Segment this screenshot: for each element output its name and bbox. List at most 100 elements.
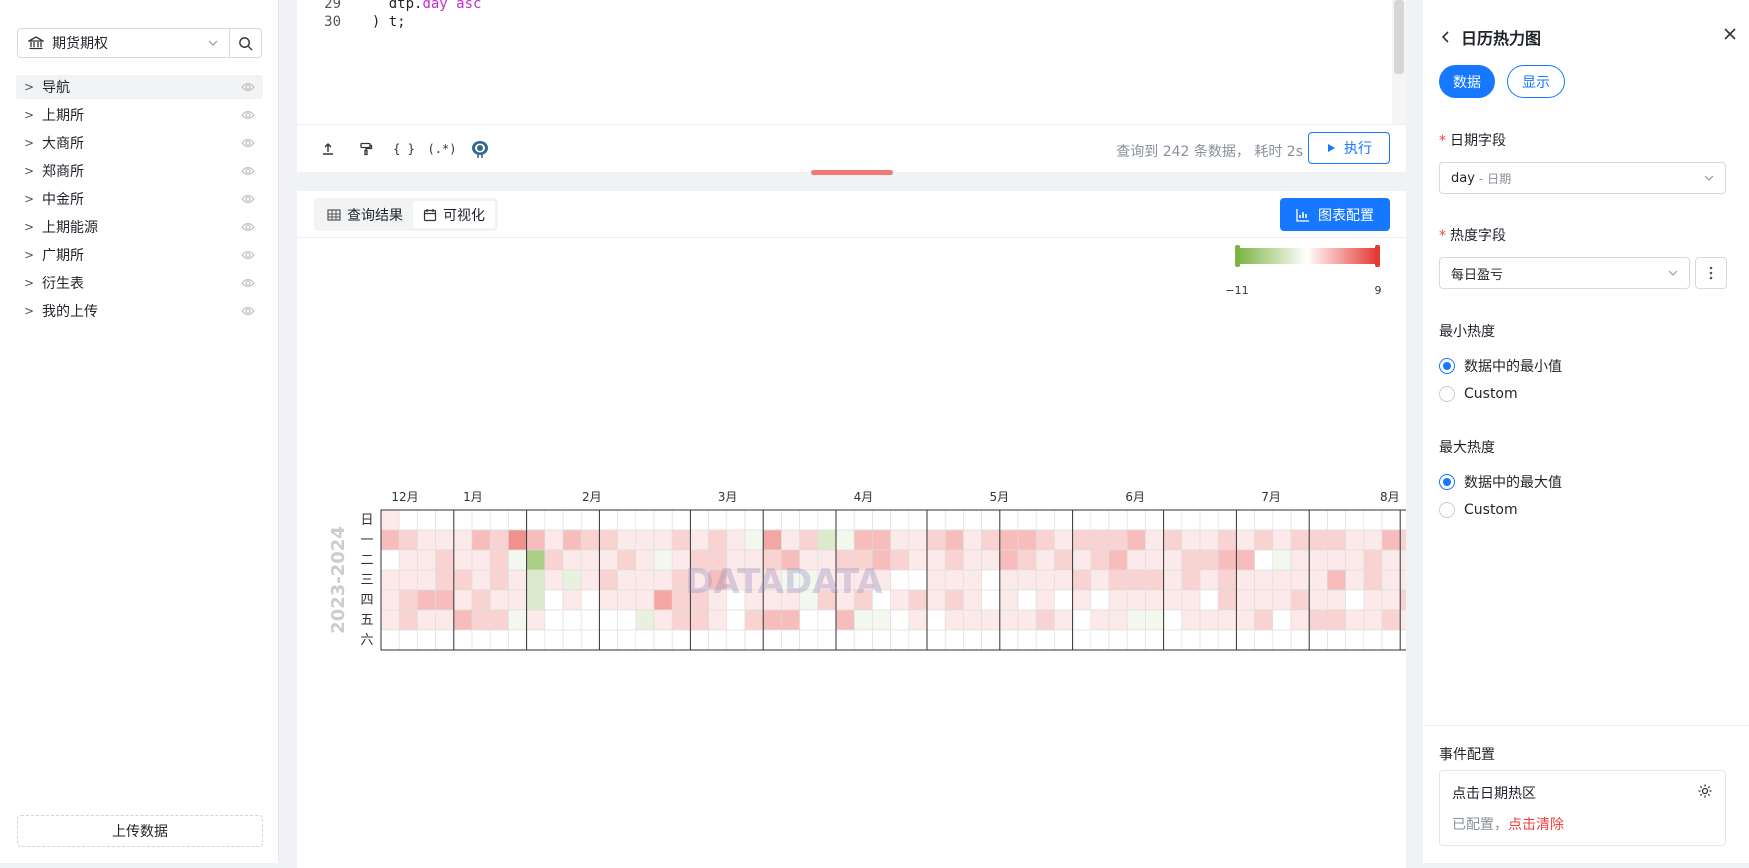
chevron-right-icon[interactable]: > [16,80,42,94]
heatmap-cell [963,569,982,591]
chevron-right-icon[interactable]: > [16,248,42,262]
heatmap-cell [471,509,491,531]
heatmap-cell [726,609,746,631]
sidebar-item[interactable]: > 导航 [16,75,263,99]
heatmap-cell [526,549,546,571]
heatmap-cell [1181,529,1201,551]
heatmap-cell [1308,529,1328,551]
back-arrow-icon[interactable] [1439,30,1453,44]
close-icon[interactable] [1723,27,1737,41]
heatmap-cell [1090,589,1110,611]
heatmap-cell [781,629,800,651]
heatmap-cell [471,589,491,611]
heatmap-cell [963,529,982,551]
sql-editor[interactable]: 29 dtp. day asc 30 ) t; [297,0,1406,124]
radio-unchecked[interactable] [1439,502,1455,518]
sidebar-item[interactable]: > 衍生表 [16,271,263,295]
heat-field-select[interactable]: 每日盈亏 [1439,257,1690,289]
heatmap-cell [1381,609,1401,631]
heatmap-cell [981,509,1001,531]
heatmap-cell [562,529,582,551]
eye-icon[interactable] [241,250,255,260]
max-radio-custom[interactable]: Custom [1439,502,1518,518]
chevron-right-icon[interactable]: > [16,220,42,234]
eye-icon[interactable] [241,222,255,232]
eye-icon[interactable] [241,82,255,92]
heatmap-cell [398,609,418,631]
heatmap-cell [1035,589,1055,611]
heatmap-cell [999,609,1019,631]
sidebar-item[interactable]: > 上期能源 [16,215,263,239]
postgres-icon[interactable] [461,137,499,161]
weekday-label: 三 [360,573,373,588]
tab-data[interactable]: 数据 [1439,65,1495,98]
min-heat-label: 最小热度 [1439,324,1495,340]
upload-icon[interactable] [309,137,347,161]
pane-resize-handle[interactable] [811,170,893,175]
chevron-right-icon[interactable]: > [16,192,42,206]
chevron-right-icon[interactable]: > [16,136,42,150]
radio-checked[interactable] [1439,358,1455,374]
search-button[interactable] [230,29,261,57]
min-radio-custom[interactable]: Custom [1439,386,1518,402]
eye-icon[interactable] [241,278,255,288]
editor-scrollbar-thumb[interactable] [1394,0,1404,74]
gear-icon[interactable] [1697,783,1713,799]
sidebar-item[interactable]: > 我的上传 [16,299,263,323]
database-select-main[interactable]: 期货期权 [18,29,230,57]
eye-icon[interactable] [241,166,255,176]
code-line[interactable]: 30 ) t; [297,10,405,34]
heatmap-cell [1072,569,1092,591]
sidebar-item[interactable]: > 大商所 [16,131,263,155]
editor-scrollbar[interactable] [1392,0,1406,124]
heatmap-cell [1072,529,1092,551]
eye-icon[interactable] [241,306,255,316]
heatmap-cell [963,589,982,611]
calendar-heatmap-chart[interactable]: 日一二三四五六12月1月2月3月4月5月6月7月8月9月10月11月12月202… [297,191,1406,868]
eye-icon[interactable] [241,194,255,204]
database-select[interactable]: 期货期权 [17,28,262,58]
sidebar-item[interactable]: > 上期所 [16,103,263,127]
braces-icon[interactable]: { } [385,137,423,161]
eye-icon[interactable] [241,110,255,120]
month-label: 3月 [718,490,738,504]
sidebar-item[interactable]: > 中金所 [16,187,263,211]
sidebar-item-label: 上期所 [42,108,84,124]
heatmap-cell [1399,529,1406,551]
radio-checked[interactable] [1439,474,1455,490]
heatmap-cell [580,569,600,591]
more-options-button[interactable] [1695,257,1727,289]
month-label: 8月 [1380,490,1400,504]
tab-display[interactable]: 显示 [1507,65,1565,98]
eye-icon[interactable] [241,138,255,148]
heatmap-cell [398,589,418,611]
heatmap-cell [417,509,436,531]
chevron-right-icon[interactable]: > [16,276,42,290]
max-radio-data[interactable]: 数据中的最大值 [1439,472,1562,492]
format-brush-icon[interactable] [347,137,385,161]
heatmap-cell [1072,589,1092,611]
heatmap-cell [1017,529,1037,551]
regex-icon[interactable]: (.*) [423,137,461,161]
min-radio-data[interactable]: 数据中的最小值 [1439,356,1562,376]
sidebar-item[interactable]: > 郑商所 [16,159,263,183]
heatmap-cell [799,609,819,631]
chevron-right-icon[interactable]: > [16,108,42,122]
sidebar-item[interactable]: > 广期所 [16,243,263,267]
upload-data-button[interactable]: 上传数据 [17,815,263,847]
heatmap-cell [1290,629,1310,651]
clear-event-link[interactable]: 点击清除 [1508,817,1564,833]
date-field-select[interactable]: day - 日期 [1439,162,1726,194]
heatmap-cell [963,509,982,531]
radio-unchecked[interactable] [1439,386,1455,402]
chevron-right-icon[interactable]: > [16,164,42,178]
heatmap-cell [1054,549,1073,571]
heatmap-cell [690,629,709,651]
heatmap-cell [726,509,746,531]
heatmap-cell [1017,569,1037,591]
heatmap-cell [671,609,691,631]
run-button[interactable]: 执行 [1308,132,1390,164]
chevron-right-icon[interactable]: > [16,304,42,318]
heatmap-cell [926,529,946,551]
heatmap-cell [1072,609,1092,631]
